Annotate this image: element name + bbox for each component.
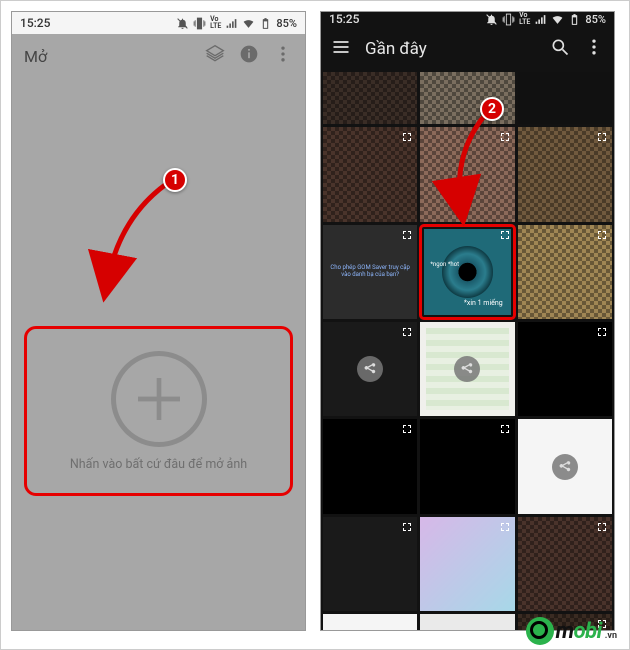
callout-badge-1: 1 <box>163 168 187 192</box>
signal-icon <box>225 17 238 30</box>
gallery-thumb[interactable] <box>420 127 514 221</box>
add-icon <box>111 351 207 447</box>
watermark-logo-icon <box>526 617 554 645</box>
volte-label: VoLTE <box>210 16 221 30</box>
callout-badge-2: 2 <box>480 97 504 121</box>
gallery-thumb[interactable] <box>323 614 417 631</box>
gallery-thumb[interactable]: Trường Đại học Mở Hà Nội (Mẫu dành cho s… <box>420 614 514 631</box>
fish-top-caption: *ngon *hot <box>430 262 459 269</box>
share-icon <box>552 454 578 480</box>
status-time: 15:25 <box>20 16 50 30</box>
expand-icon <box>401 423 413 435</box>
expand-icon <box>596 326 608 338</box>
gallery-thumb[interactable] <box>323 419 417 513</box>
expand-icon <box>401 131 413 143</box>
appbar-title: Gần đây <box>365 39 536 59</box>
share-icon <box>454 356 480 382</box>
expand-icon <box>499 229 511 241</box>
gallery-thumb[interactable] <box>518 225 612 319</box>
appbar: Mở <box>12 34 305 78</box>
watermark-text-obi: obi <box>574 619 602 644</box>
gallery-thumb[interactable] <box>518 72 612 124</box>
expand-icon <box>499 423 511 435</box>
overflow-menu-icon[interactable] <box>273 44 293 68</box>
fish-image <box>442 246 494 298</box>
gallery-grid: Cho phép GOM Saver truy cập vào danh bạ … <box>321 72 614 631</box>
signal-icon <box>534 13 547 26</box>
bell-off-icon <box>485 13 498 26</box>
gallery-thumb[interactable] <box>518 419 612 513</box>
appbar-title: Mở <box>24 47 205 66</box>
battery-icon <box>259 17 272 30</box>
phone-left: 15:25 VoLTE 85% Mở <box>11 11 306 631</box>
info-icon[interactable] <box>239 44 259 68</box>
gallery-thumb[interactable] <box>518 517 612 611</box>
battery-icon <box>568 13 581 26</box>
gallery-thumb[interactable] <box>420 517 514 611</box>
phone-right: 15:25 VoLTE 85% Gần đây <box>320 11 615 631</box>
gallery-thumb[interactable] <box>420 419 514 513</box>
thumb-text: Cho phép GOM Saver truy cập vào danh bạ … <box>327 265 413 279</box>
open-image-area[interactable]: Nhấn vào bất cứ đâu để mở ảnh <box>24 326 293 496</box>
expand-icon <box>499 131 511 143</box>
expand-icon <box>401 229 413 241</box>
volte-label: VoLTE <box>519 12 530 26</box>
gallery-thumb[interactable] <box>420 322 514 416</box>
status-right: VoLTE 85% <box>485 12 606 26</box>
watermark-9mobi: mobi .vn <box>526 617 617 645</box>
overflow-menu-icon[interactable] <box>584 37 604 61</box>
gallery-thumb[interactable] <box>323 322 417 416</box>
expand-icon <box>596 229 608 241</box>
status-bar: 15:25 VoLTE 85% <box>321 12 614 26</box>
watermark-text-m: m <box>556 619 574 644</box>
share-icon <box>357 356 383 382</box>
gallery-thumb[interactable]: Cho phép GOM Saver truy cập vào danh bạ … <box>323 225 417 319</box>
layers-icon[interactable] <box>205 44 225 68</box>
expand-icon <box>499 521 511 533</box>
gallery-thumb[interactable] <box>518 127 612 221</box>
expand-icon <box>596 521 608 533</box>
status-bar: 15:25 VoLTE 85% <box>12 12 305 34</box>
gallery-thumb[interactable] <box>323 517 417 611</box>
open-hint-text: Nhấn vào bất cứ đâu để mở ảnh <box>64 457 253 472</box>
gallery-thumb[interactable] <box>323 72 417 124</box>
fish-bottom-caption: *xin 1 miếng <box>464 299 503 307</box>
expand-icon <box>401 326 413 338</box>
vibrate-icon <box>502 13 515 26</box>
appbar: Gần đây <box>321 26 614 72</box>
battery-percent: 85% <box>585 13 606 26</box>
search-icon[interactable] <box>550 37 570 61</box>
wifi-icon <box>551 13 564 26</box>
watermark-suffix: .vn <box>605 631 617 641</box>
vibrate-icon <box>193 17 206 30</box>
status-right: VoLTE 85% <box>176 16 297 30</box>
battery-percent: 85% <box>276 17 297 30</box>
expand-icon <box>401 521 413 533</box>
wifi-icon <box>242 17 255 30</box>
gallery-thumb-selected[interactable]: *ngon *hot *xin 1 miếng <box>420 225 514 319</box>
bell-off-icon <box>176 17 189 30</box>
status-time: 15:25 <box>329 12 359 26</box>
gallery-thumb[interactable] <box>323 127 417 221</box>
expand-icon <box>596 131 608 143</box>
hamburger-icon[interactable] <box>331 37 351 61</box>
gallery-thumb[interactable] <box>518 322 612 416</box>
